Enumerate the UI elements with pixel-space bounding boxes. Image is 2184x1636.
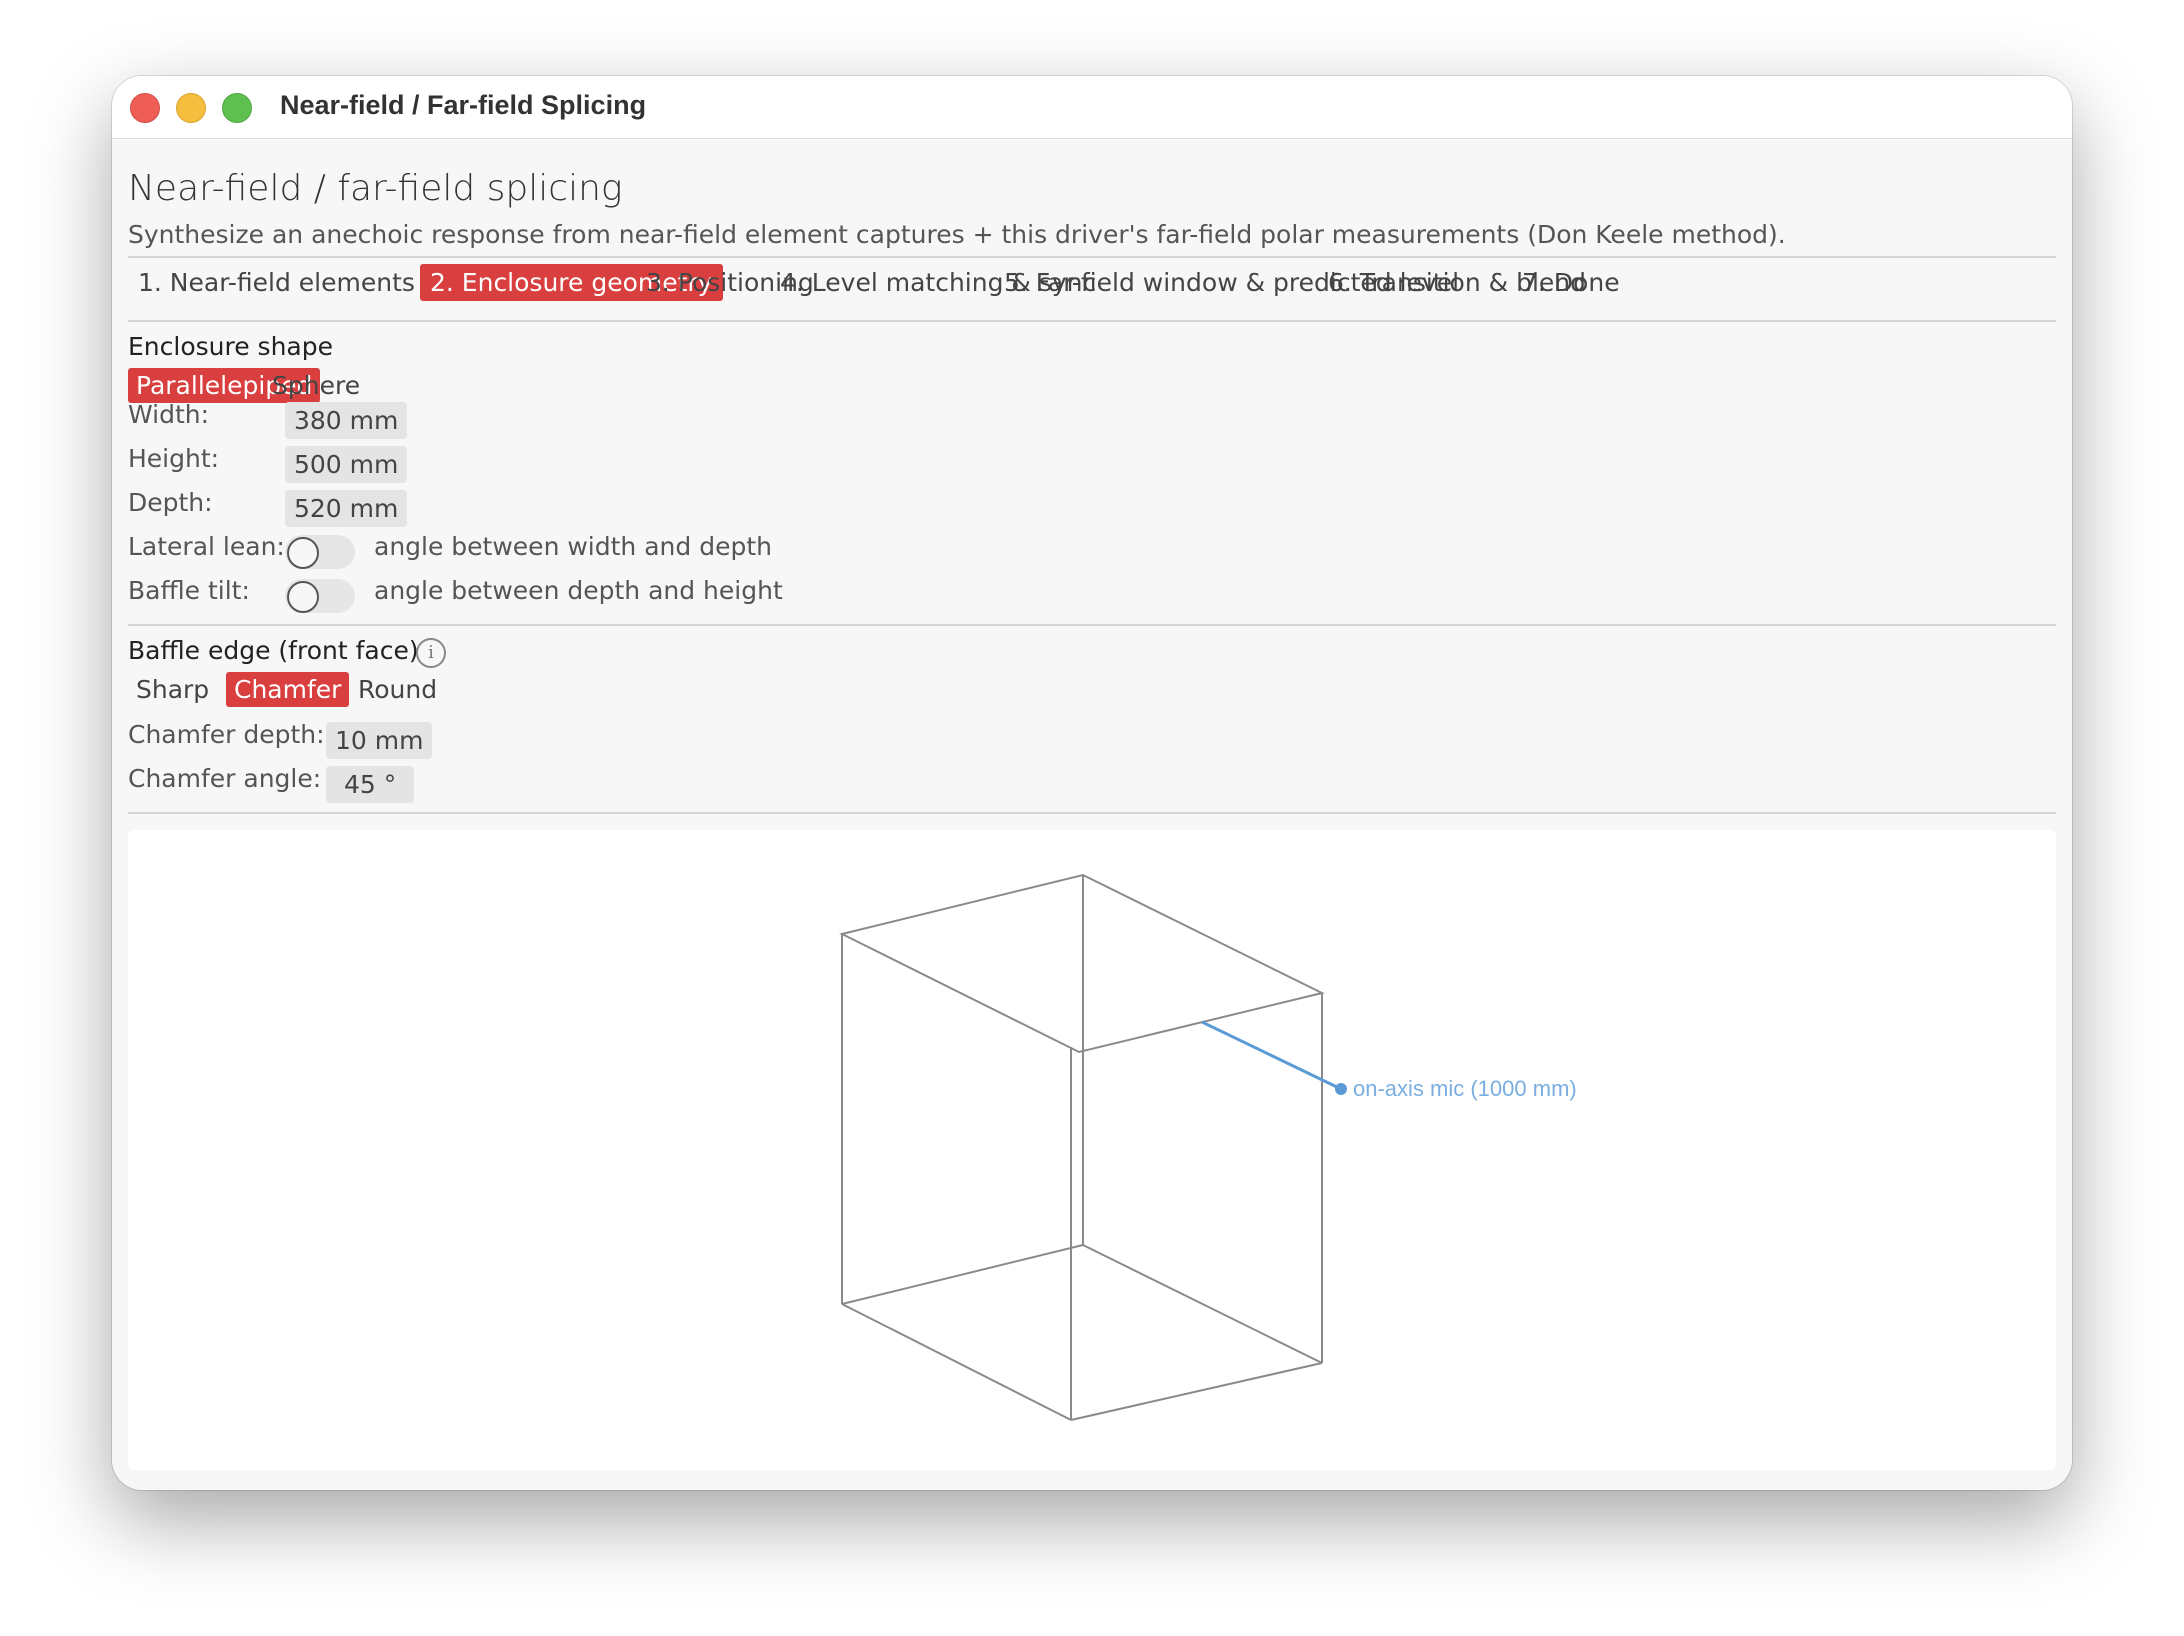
box-edges bbox=[839, 873, 1325, 1421]
lateral-lean-description: angle between width and depth bbox=[374, 532, 772, 561]
close-window-button[interactable] bbox=[130, 93, 160, 123]
baffle-tilt-description: angle between depth and height bbox=[374, 576, 783, 605]
maximize-window-button[interactable] bbox=[222, 93, 252, 123]
page-title: Near-field / far-field splicing bbox=[128, 168, 623, 209]
divider bbox=[128, 256, 2056, 258]
info-icon[interactable]: i bbox=[416, 638, 446, 668]
shape-sphere-option[interactable]: Sphere bbox=[264, 368, 368, 403]
divider bbox=[128, 812, 2056, 814]
app-window: Near-field / Far-field Splicing Near-fie… bbox=[112, 76, 2072, 1490]
enclosure-preview-canvas: on-axis mic (1000 mm) bbox=[128, 830, 2056, 1470]
window-title: Near-field / Far-field Splicing bbox=[280, 90, 647, 120]
enclosure-wireframe: on-axis mic (1000 mm) bbox=[839, 873, 1577, 1421]
divider bbox=[128, 624, 2056, 626]
tab-near-field-elements[interactable]: 1. Near-field elements bbox=[128, 264, 425, 301]
toggle-knob bbox=[287, 581, 319, 613]
mic-label: on-axis mic (1000 mm) bbox=[1353, 1076, 1577, 1101]
edge-chamfer-option[interactable]: Chamfer bbox=[226, 672, 350, 707]
baffle-tilt-toggle[interactable] bbox=[285, 579, 355, 613]
baffle-tilt-label: Baffle tilt: bbox=[128, 576, 250, 605]
box-edge bbox=[1070, 1362, 1323, 1421]
baffle-edge-label: Baffle edge (front face) bbox=[128, 636, 419, 665]
chamfer-depth-label: Chamfer depth: bbox=[128, 720, 325, 749]
enclosure-shape-label: Enclosure shape bbox=[128, 332, 333, 361]
page-subtitle: Synthesize an anechoic response from nea… bbox=[128, 220, 1786, 249]
width-label: Width: bbox=[128, 400, 210, 429]
lateral-lean-label: Lateral lean: bbox=[128, 532, 285, 561]
box-edge bbox=[1082, 1244, 1323, 1364]
chamfer-depth-input[interactable]: 10 mm bbox=[326, 722, 433, 759]
divider bbox=[128, 320, 2056, 322]
edge-sharp-option[interactable]: Sharp bbox=[128, 672, 217, 707]
chamfer-angle-label: Chamfer angle: bbox=[128, 764, 322, 793]
mic-point[interactable] bbox=[1335, 1083, 1347, 1095]
title-bar: Near-field / Far-field Splicing bbox=[112, 76, 2072, 139]
depth-input[interactable]: 520 mm bbox=[285, 490, 408, 527]
mic-axis-line bbox=[1201, 1020, 1342, 1091]
depth-label: Depth: bbox=[128, 488, 213, 517]
toggle-knob bbox=[287, 537, 319, 569]
width-input[interactable]: 380 mm bbox=[285, 402, 408, 439]
edge-round-option[interactable]: Round bbox=[350, 672, 445, 707]
tab-done[interactable]: 7. Done bbox=[1512, 264, 1630, 301]
chamfer-angle-input[interactable]: 45 ° bbox=[326, 766, 415, 803]
height-label: Height: bbox=[128, 444, 220, 473]
lateral-lean-toggle[interactable] bbox=[285, 535, 355, 569]
wizard-content: Near-field / far-field splicing Synthesi… bbox=[128, 138, 2056, 1490]
box-edge bbox=[841, 1244, 1084, 1305]
box-edge bbox=[841, 1303, 1072, 1421]
height-input[interactable]: 500 mm bbox=[285, 446, 408, 483]
minimize-window-button[interactable] bbox=[176, 93, 206, 123]
